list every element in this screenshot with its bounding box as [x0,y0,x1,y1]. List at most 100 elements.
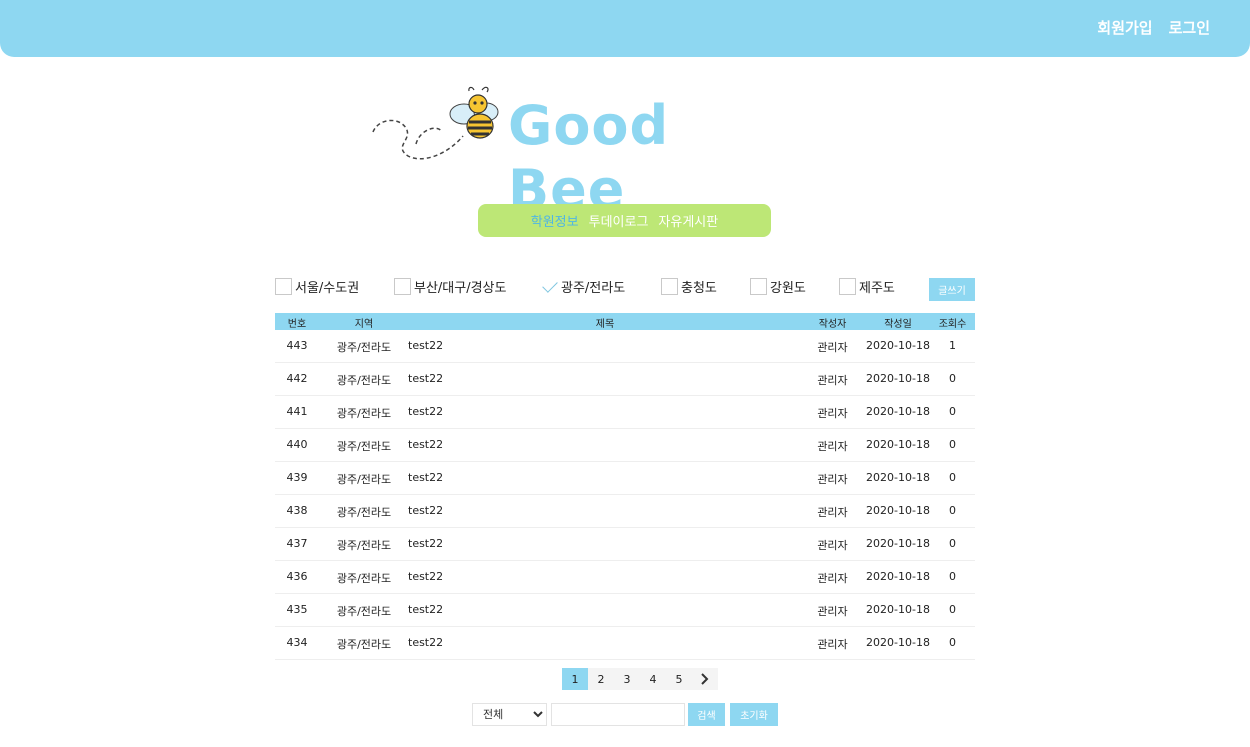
bee-icon [372,86,499,160]
row-region: 광주/전라도 [336,539,392,552]
row-title[interactable]: test22 [408,372,443,385]
checkbox[interactable] [661,278,678,295]
pagination: 1 2 3 4 5 [562,668,718,690]
row-num: 443 [286,339,308,352]
header-author: 작성자 [818,319,847,330]
row-date: 2020-10-18 [866,339,930,352]
page-5[interactable]: 5 [666,668,692,690]
logo-text: Good Bee [508,94,670,221]
row-region: 광주/전라도 [336,440,392,453]
row-num: 438 [286,504,308,517]
row-author: 관리자 [817,506,848,519]
row-date: 2020-10-18 [866,405,930,418]
row-title[interactable]: test22 [408,339,443,352]
row-date: 2020-10-18 [866,471,930,484]
row-num: 442 [286,372,308,385]
table-row[interactable]: 436 광주/전라도 test22 관리자 2020-10-18 0 [275,561,975,594]
row-title[interactable]: test22 [408,504,443,517]
filter-gangwon[interactable]: 강원도 [750,277,806,296]
row-region: 광주/전라도 [336,506,392,519]
signup-link[interactable]: 회원가입 [1097,17,1152,38]
row-title[interactable]: test22 [408,438,443,451]
filter-gwangju[interactable]: 광주/전라도 [541,277,625,296]
row-title[interactable]: test22 [408,537,443,550]
filter-label: 서울/수도권 [295,281,360,296]
table-row[interactable]: 443 광주/전라도 test22 관리자 2020-10-18 1 [275,330,975,363]
search-button[interactable]: 검색 [688,703,725,726]
row-author: 관리자 [817,407,848,420]
row-title[interactable]: test22 [408,471,443,484]
row-author: 관리자 [817,473,848,486]
table-row[interactable]: 440 광주/전라도 test22 관리자 2020-10-18 0 [275,429,975,462]
row-region: 광주/전라도 [336,374,392,387]
search-input[interactable] [551,703,685,726]
page-1[interactable]: 1 [562,668,588,690]
row-region: 광주/전라도 [336,341,392,354]
nav-free-board[interactable]: 자유게시판 [658,211,718,230]
row-title[interactable]: test22 [408,405,443,418]
row-views: 1 [949,339,956,352]
filter-busan[interactable]: 부산/대구/경상도 [394,277,506,296]
row-title[interactable]: test22 [408,603,443,616]
header-title: 제목 [595,319,615,330]
filter-jeju[interactable]: 제주도 [839,277,895,296]
row-views: 0 [949,636,956,649]
table-header: 번호 지역 제목 작성자 작성일 조회수 [275,313,975,330]
row-author: 관리자 [817,638,848,651]
filter-chungcheong[interactable]: 충청도 [661,277,717,296]
filter-seoul[interactable]: 서울/수도권 [275,277,359,296]
row-num: 434 [286,636,308,649]
filter-label: 충청도 [681,281,717,296]
table-row[interactable]: 441 광주/전라도 test22 관리자 2020-10-18 0 [275,396,975,429]
row-author: 관리자 [817,374,848,387]
row-views: 0 [949,603,956,616]
header-date: 작성일 [884,319,912,330]
login-link[interactable]: 로그인 [1169,17,1210,38]
header-views: 조회수 [938,319,967,330]
row-author: 관리자 [817,440,848,453]
table-row[interactable]: 435 광주/전라도 test22 관리자 2020-10-18 0 [275,594,975,627]
row-views: 0 [949,471,956,484]
row-title[interactable]: test22 [408,636,443,649]
row-views: 0 [949,504,956,517]
checkbox[interactable] [394,278,411,295]
nav-academy-info[interactable]: 학원정보 [531,211,579,230]
table-row[interactable]: 439 광주/전라도 test22 관리자 2020-10-18 0 [275,462,975,495]
row-views: 0 [949,372,956,385]
checkbox[interactable] [839,278,856,295]
page-3[interactable]: 3 [614,668,640,690]
top-header: 회원가입 로그인 [0,0,1250,57]
site-logo[interactable]: Good Bee [368,84,788,221]
next-page-button[interactable] [692,668,718,690]
row-region: 광주/전라도 [336,407,392,420]
main-nav: 학원정보 투데이로그 자유게시판 [478,204,771,237]
table-row[interactable]: 434 광주/전라도 test22 관리자 2020-10-18 0 [275,627,975,660]
row-title[interactable]: test22 [408,570,443,583]
filter-label: 강원도 [770,281,806,296]
checkbox[interactable] [750,278,767,295]
row-date: 2020-10-18 [866,570,930,583]
search-type-select[interactable]: 전체 [472,703,547,726]
row-date: 2020-10-18 [866,603,930,616]
row-views: 0 [949,537,956,550]
board-table: 번호 지역 제목 작성자 작성일 조회수 443 광주/전라도 test22 관리자 2… [275,313,975,660]
row-views: 0 [949,570,956,583]
table-row[interactable]: 438 광주/전라도 test22 관리자 2020-10-18 0 [275,495,975,528]
row-region: 광주/전라도 [336,605,392,618]
filter-label: 부산/대구/경상도 [414,281,507,296]
write-button[interactable]: 글쓰기 [929,278,975,301]
row-num: 439 [286,471,308,484]
nav-today-log[interactable]: 투데이로그 [589,211,649,230]
row-num: 435 [286,603,308,616]
row-region: 광주/전라도 [336,572,392,585]
table-row[interactable]: 442 광주/전라도 test22 관리자 2020-10-18 0 [275,363,975,396]
row-author: 관리자 [817,572,848,585]
page-2[interactable]: 2 [588,668,614,690]
row-region: 광주/전라도 [336,473,392,486]
table-row[interactable]: 437 광주/전라도 test22 관리자 2020-10-18 0 [275,528,975,561]
checkbox[interactable] [275,278,292,295]
page-4[interactable]: 4 [640,668,666,690]
row-num: 440 [286,438,308,451]
checkbox-checked[interactable] [541,278,558,295]
reset-button[interactable]: 초기화 [730,703,778,726]
